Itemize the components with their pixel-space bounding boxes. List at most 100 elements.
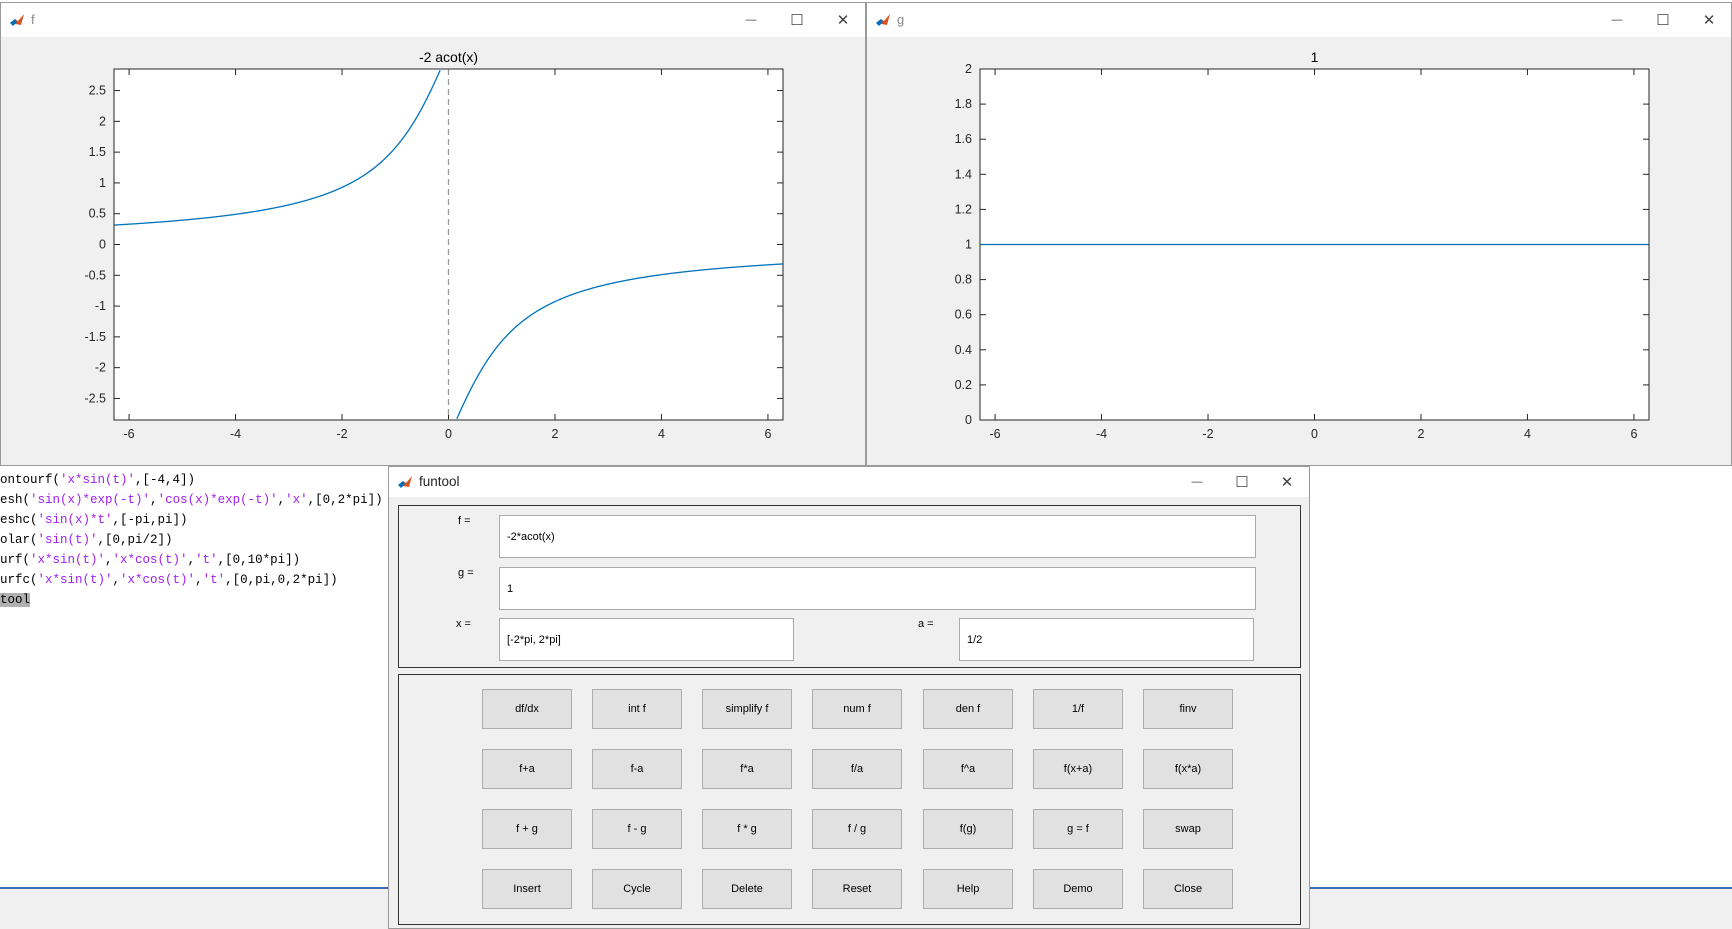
op-button-f-g[interactable]: f * g (702, 809, 792, 849)
x-input[interactable]: [-2*pi, 2*pi] (499, 618, 794, 661)
maximize-button[interactable]: ☐ (777, 8, 817, 32)
y-tick-label: 0 (965, 413, 972, 427)
command-string-literal: 'x' (285, 493, 308, 507)
op-button-f-a[interactable]: f-a (592, 749, 682, 789)
g-input[interactable]: 1 (499, 567, 1256, 610)
command-string-literal: 'x*sin(t)' (60, 473, 136, 487)
a-label: a = (918, 618, 934, 630)
x-tick-label: 6 (1630, 427, 1637, 441)
title-bar[interactable]: g — ☐ ✕ (867, 3, 1731, 37)
command-text: urfc( (0, 573, 38, 587)
x-tick-label: -6 (124, 427, 135, 441)
command-text: , (277, 493, 286, 507)
op-button-int-f[interactable]: int f (592, 689, 682, 729)
figure-window-f[interactable]: f — ☐ ✕ -2 acot(x) -6 -4 -2 0 2 4 6 2.5 2 1.5 1 0.5 0… (0, 2, 866, 466)
plot-axes-g[interactable]: 1 -6 -4 -2 0 2 4 6 2 1.8 1.6 1.4 1.2 1 0.8 0.6 0.4 0.2 0 (867, 37, 1731, 465)
x-tick-label: 2 (552, 427, 559, 441)
op-button-f-g[interactable]: f - g (592, 809, 682, 849)
op-button-den-f[interactable]: den f (923, 689, 1013, 729)
maximize-button[interactable]: ☐ (1222, 470, 1262, 494)
command-string-literal: 'x*cos(t)' (112, 553, 188, 567)
command-text: ontourf( (0, 473, 61, 487)
x-tick-label: 4 (1524, 427, 1531, 441)
window-title: f (31, 12, 35, 27)
command-string-literal: 't' (202, 573, 226, 587)
op-button-f-g[interactable]: f + g (482, 809, 572, 849)
figure-window-g[interactable]: g — ☐ ✕ 1 -6 -4 -2 0 2 4 6 2 1.8 1.6 1.4 1.2 1 0.8 0.6 0… (866, 2, 1732, 466)
minimize-button[interactable]: — (1597, 8, 1637, 32)
g-label: g = (458, 567, 474, 579)
op-button-f-a[interactable]: f/a (812, 749, 902, 789)
title-bar[interactable]: funtool — ☐ ✕ (389, 467, 1309, 497)
y-tick-label: -1 (95, 299, 106, 313)
funtool-window[interactable]: funtool — ☐ ✕ f = -2*acot(x) g = 1 x = [… (388, 466, 1310, 929)
command-line: esh('sin(x)*exp(-t)','cos(x)*exp(-t)','x… (0, 491, 383, 509)
op-button-g-f[interactable]: g = f (1033, 809, 1123, 849)
y-tick-label: -0.5 (84, 268, 106, 282)
x-tick-label: -2 (1202, 427, 1213, 441)
minimize-button[interactable]: — (1177, 470, 1217, 494)
y-tick-label: 0.5 (89, 207, 106, 221)
plot-axes-f[interactable]: -2 acot(x) -6 -4 -2 0 2 4 6 2.5 2 1.5 1 0.5 0 -0.5 -1 -1… (1, 37, 865, 465)
matlab-icon (398, 476, 412, 488)
op-button-f-a[interactable]: f+a (482, 749, 572, 789)
command-line: urf('x*sin(t)','x*cos(t)','t',[0,10*pi]) (0, 551, 300, 569)
op-button-finv[interactable]: finv (1143, 689, 1233, 729)
op-button-swap[interactable]: swap (1143, 809, 1233, 849)
close-button[interactable]: ✕ (1689, 8, 1729, 32)
op-button-cycle[interactable]: Cycle (592, 869, 682, 909)
command-line: tool (0, 591, 31, 609)
minimize-button[interactable]: — (731, 8, 771, 32)
axes-title: -2 acot(x) (419, 49, 478, 65)
x-label: x = (456, 618, 471, 630)
op-button-help[interactable]: Help (923, 869, 1013, 909)
y-tick-label: 0.4 (955, 343, 972, 357)
op-button-simplify-f[interactable]: simplify f (702, 689, 792, 729)
function-input-panel: f = -2*acot(x) g = 1 x = [-2*pi, 2*pi] a… (398, 505, 1301, 668)
axes-title: 1 (1311, 49, 1319, 65)
x-tick-label: 2 (1418, 427, 1425, 441)
command-string-literal: 'sin(t)' (37, 533, 98, 547)
op-button-demo[interactable]: Demo (1033, 869, 1123, 909)
op-button-f-a[interactable]: f^a (923, 749, 1013, 789)
y-tick-label: -2.5 (84, 391, 106, 405)
x-tick-label: 6 (764, 427, 771, 441)
y-tick-label: 2.5 (89, 84, 106, 98)
op-button-close[interactable]: Close (1143, 869, 1233, 909)
command-string-literal: 'x*sin(t)' (37, 573, 113, 587)
op-button-delete[interactable]: Delete (702, 869, 792, 909)
command-string-literal: 't' (195, 553, 218, 567)
command-string-literal: 'x*cos(t)' (120, 573, 196, 587)
maximize-button[interactable]: ☐ (1643, 8, 1683, 32)
y-tick-label: 0 (99, 238, 106, 252)
f-input[interactable]: -2*acot(x) (499, 515, 1256, 558)
window-title: funtool (419, 474, 460, 489)
window-title: g (897, 12, 905, 27)
op-button-reset[interactable]: Reset (812, 869, 902, 909)
command-text: esh( (0, 493, 31, 507)
op-button-1-f[interactable]: 1/f (1033, 689, 1123, 729)
x-tick-label: -4 (1096, 427, 1107, 441)
op-button-num-f[interactable]: num f (812, 689, 902, 729)
command-text: , (195, 573, 203, 587)
op-button-f-a[interactable]: f*a (702, 749, 792, 789)
title-bar[interactable]: f — ☐ ✕ (1, 3, 865, 37)
close-button[interactable]: ✕ (823, 8, 863, 32)
command-text: , (187, 553, 196, 567)
command-string-literal: 'x*sin(t)' (30, 553, 106, 567)
op-button-insert[interactable]: Insert (482, 869, 572, 909)
y-tick-label: 1.5 (89, 145, 106, 159)
op-button-f-g[interactable]: f(g) (923, 809, 1013, 849)
command-text: urf( (0, 553, 31, 567)
y-tick-label: 1.8 (955, 97, 972, 111)
op-button-f-g[interactable]: f / g (812, 809, 902, 849)
x-tick-label: -4 (230, 427, 241, 441)
op-button-df-dx[interactable]: df/dx (482, 689, 572, 729)
close-button[interactable]: ✕ (1267, 470, 1307, 494)
command-line: olar('sin(t)',[0,pi/2]) (0, 531, 173, 549)
op-button-f-x-a[interactable]: f(x+a) (1033, 749, 1123, 789)
op-button-f-x-a[interactable]: f(x*a) (1143, 749, 1233, 789)
x-tick-label: 4 (658, 427, 665, 441)
y-tick-label: 0.2 (955, 378, 972, 392)
a-input[interactable]: 1/2 (959, 618, 1254, 661)
